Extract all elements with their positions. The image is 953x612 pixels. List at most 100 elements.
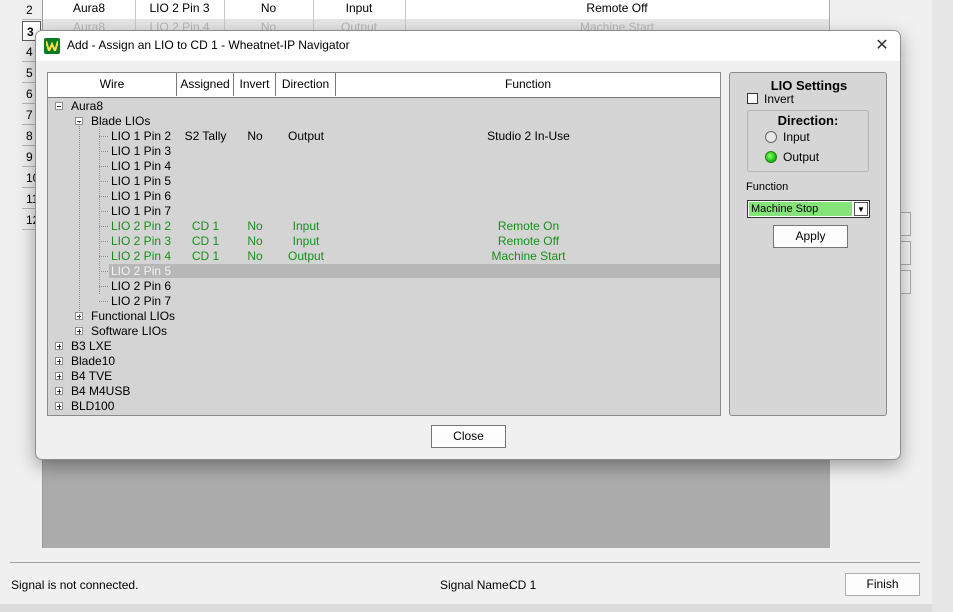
tree-node-label: B3 LXE: [71, 339, 112, 353]
expand-icon[interactable]: [55, 387, 63, 395]
direction-input-radio[interactable]: [765, 131, 777, 143]
dialog-title: Add - Assign an LIO to CD 1 - Wheatnet-I…: [67, 38, 350, 52]
tree-row[interactable]: Blade10: [48, 354, 720, 369]
chevron-down-icon[interactable]: ▼: [854, 202, 868, 216]
dialog-title-bar[interactable]: Add - Assign an LIO to CD 1 - Wheatnet-I…: [36, 31, 900, 61]
invert-cell: No: [247, 249, 263, 263]
assigned-cell: CD 1: [191, 219, 220, 233]
tree-row[interactable]: LIO 1 Pin 3: [48, 144, 720, 159]
column-header-assigned[interactable]: Assigned: [177, 73, 234, 96]
tree-connector: [99, 301, 108, 302]
tree-connector: [99, 151, 108, 152]
tree-connector: [99, 226, 108, 227]
tree-row[interactable]: Blade LIOs: [48, 114, 720, 129]
tree-row[interactable]: LIO 1 Pin 4: [48, 159, 720, 174]
finish-button[interactable]: Finish: [845, 573, 920, 596]
tree-connector: [99, 127, 100, 294]
column-header-wire[interactable]: Wire: [48, 73, 177, 96]
invert-cell: No: [247, 129, 263, 143]
tree-connector: [79, 122, 80, 319]
selection-highlight: [109, 264, 720, 278]
tree-node-label: BLD100: [71, 399, 115, 413]
tree-row[interactable]: B4 TVE: [48, 369, 720, 384]
tree-row[interactable]: LIO 2 Pin 6: [48, 279, 720, 294]
tree-row[interactable]: Aura8: [48, 99, 720, 114]
status-separator: [10, 562, 920, 563]
tree-row[interactable]: LIO 2 Pin 5: [48, 264, 720, 279]
background-table-row[interactable]: Aura8 LIO 2 Pin 3 No Input Remote Off: [43, 0, 829, 20]
invert-cell: No: [247, 219, 263, 233]
function-cell: Remote Off: [497, 234, 560, 248]
tree-row[interactable]: LIO 1 Pin 2 S2 Tally No Output Studio 2 In-U…: [48, 129, 720, 144]
expand-icon[interactable]: [75, 327, 83, 335]
background-bottom-strip: [0, 604, 932, 612]
tree-row[interactable]: LIO 2 Pin 3 CD 1 No Input Remote Off: [48, 234, 720, 249]
direction-group: Direction: Input Output: [747, 110, 869, 172]
tree-node-label: B4 M4USB: [71, 384, 131, 398]
close-icon[interactable]: ✕: [872, 36, 892, 56]
tree-node-label: Software LIOs: [91, 324, 168, 338]
assign-lio-dialog: Add - Assign an LIO to CD 1 - Wheatnet-I…: [35, 30, 901, 460]
row-assigned-cell: LIO 2 Pin 3: [135, 0, 225, 20]
tree-connector: [99, 241, 108, 242]
invert-checkbox[interactable]: [747, 93, 758, 104]
assigned-cell: S2 Tally: [184, 129, 227, 143]
tree-node-label: LIO 1 Pin 3: [111, 144, 172, 158]
function-cell: Machine Start: [491, 249, 566, 263]
direction-output-label: Output: [783, 150, 820, 164]
expand-icon[interactable]: [55, 357, 63, 365]
wheatnet-app-icon: [44, 38, 60, 54]
tree-node-label: LIO 1 Pin 6: [111, 189, 172, 203]
apply-button[interactable]: Apply: [773, 225, 848, 248]
background-right-strip: [932, 0, 953, 612]
tree-row[interactable]: BLD100: [48, 399, 720, 414]
assigned-cell: CD 1: [191, 249, 220, 263]
function-select[interactable]: Machine Stop ▼: [747, 200, 870, 218]
tree-node-label: LIO 2 Pin 4: [111, 249, 172, 263]
tree-row[interactable]: LIO 1 Pin 7: [48, 204, 720, 219]
tree-row[interactable]: LIO 2 Pin 7: [48, 294, 720, 309]
tree-node-label: LIO 1 Pin 2: [111, 129, 172, 143]
grid-header: Wire Assigned Invert Direction Function: [48, 73, 720, 98]
lio-settings-panel: LIO Settings Invert Direction: Input Out…: [729, 72, 887, 416]
tree-node-label: LIO 1 Pin 4: [111, 159, 172, 173]
lio-tree-grid[interactable]: Wire Assigned Invert Direction Function …: [47, 72, 721, 416]
tree-connector: [99, 271, 108, 272]
column-header-function[interactable]: Function: [336, 73, 720, 96]
collapse-icon[interactable]: [55, 102, 63, 110]
tree-node-label: B4 TVE: [71, 369, 113, 383]
row-wire-cell: Aura8: [43, 0, 136, 20]
tree-row[interactable]: Software LIOs: [48, 324, 720, 339]
tree-row[interactable]: LIO 2 Pin 4 CD 1 No Output Machine Start: [48, 249, 720, 264]
column-header-invert[interactable]: Invert: [234, 73, 276, 96]
tree-row[interactable]: B4 M4USB: [48, 384, 720, 399]
lio-settings-title: LIO Settings: [770, 78, 848, 93]
expand-icon[interactable]: [55, 372, 63, 380]
signal-name-label: Signal Name:: [440, 578, 513, 592]
tree-connector: [99, 166, 108, 167]
tree-row[interactable]: Functional LIOs: [48, 309, 720, 324]
row-number[interactable]: 2: [22, 0, 41, 20]
invert-cell: No: [247, 234, 263, 248]
row-direction-cell: Input: [313, 0, 406, 20]
tree-connector: [99, 211, 108, 212]
row-function-cell: Remote Off: [586, 1, 648, 15]
tree-node-label: LIO 2 Pin 6: [111, 279, 172, 293]
direction-output-radio[interactable]: [765, 151, 777, 163]
tree-row[interactable]: LIO 2 Pin 2 CD 1 No Input Remote On: [48, 219, 720, 234]
expand-icon[interactable]: [55, 402, 63, 410]
expand-icon[interactable]: [55, 342, 63, 350]
tree-connector: [99, 286, 108, 287]
direction-cell: Input: [292, 219, 320, 233]
column-header-direction[interactable]: Direction: [276, 73, 336, 96]
tree-row[interactable]: LIO 1 Pin 5: [48, 174, 720, 189]
tree-row[interactable]: B3 LXE: [48, 339, 720, 354]
signal-name-value: CD 1: [509, 578, 537, 592]
tree-row[interactable]: LIO 1 Pin 6: [48, 189, 720, 204]
close-button[interactable]: Close: [431, 425, 506, 448]
direction-title: Direction:: [777, 113, 839, 128]
direction-cell: Input: [292, 234, 320, 248]
direction-cell: Output: [287, 129, 325, 143]
tree-node-label: LIO 1 Pin 7: [111, 204, 172, 218]
function-cell: Studio 2 In-Use: [487, 129, 570, 143]
